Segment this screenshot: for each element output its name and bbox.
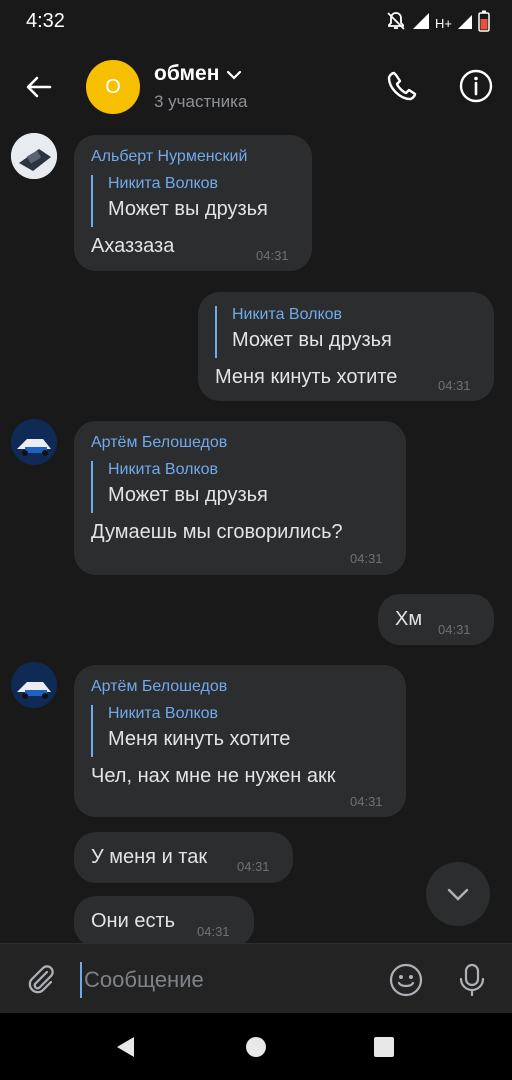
reply-quote[interactable]: Никита Волков Может вы друзья <box>91 461 268 513</box>
message-time: 04:31 <box>197 924 230 939</box>
message-text: Думаешь мы сговорились? <box>91 521 343 543</box>
call-button[interactable] <box>380 64 424 108</box>
status-bar: 4:32 H+ <box>0 0 512 44</box>
sender-avatar[interactable] <box>11 133 57 179</box>
back-arrow-icon <box>26 76 52 98</box>
message-time: 04:31 <box>438 378 471 393</box>
nav-home-button[interactable] <box>240 1031 272 1063</box>
sender-name: Артём Белошедов <box>91 434 228 451</box>
attach-icon <box>28 965 54 994</box>
nav-recents-button[interactable] <box>368 1031 400 1063</box>
voice-button[interactable] <box>452 960 492 1000</box>
sender-avatar[interactable] <box>11 419 57 465</box>
scroll-down-button[interactable] <box>426 862 490 926</box>
chat-title-area[interactable]: обмен 3 участника <box>154 62 247 112</box>
quote-text: Может вы друзья <box>232 329 392 351</box>
emoji-icon <box>389 963 423 997</box>
nav-back-icon <box>117 1037 134 1057</box>
message-text: Хм <box>395 608 423 630</box>
signal-icon-2 <box>456 11 474 36</box>
reply-quote[interactable]: Никита Волков Может вы друзья <box>215 306 392 358</box>
chat-header: О обмен 3 участника <box>0 44 512 130</box>
sender-name: Альберт Нурменский <box>91 148 248 165</box>
reply-quote[interactable]: Никита Волков Меня кинуть хотите <box>91 705 290 757</box>
bell-off-icon <box>385 10 407 37</box>
chat-title: обмен <box>154 62 220 85</box>
sender-avatar[interactable] <box>11 662 57 708</box>
message-bubble[interactable]: Они есть 04:31 <box>74 896 254 947</box>
message-bubble[interactable]: Хм 04:31 <box>378 594 494 645</box>
battery-icon <box>478 10 490 37</box>
chevron-down-icon <box>227 70 242 80</box>
phone-icon <box>387 71 417 101</box>
message-bubble[interactable]: У меня и так 04:31 <box>74 832 293 883</box>
quote-author: Никита Волков <box>108 705 219 722</box>
emoji-button[interactable] <box>386 960 426 1000</box>
attach-button[interactable] <box>20 960 60 1000</box>
message-text: Меня кинуть хотите <box>215 366 398 388</box>
message-composer <box>0 943 512 1014</box>
info-icon <box>459 69 493 103</box>
status-clock: 4:32 <box>26 10 65 32</box>
system-navigation-bar <box>0 1013 512 1080</box>
quote-text: Может вы друзья <box>108 198 268 220</box>
chevron-down-icon <box>447 888 469 901</box>
message-time: 04:31 <box>237 859 270 874</box>
quote-text: Может вы друзья <box>108 484 268 506</box>
message-bubble[interactable]: Никита Волков Может вы друзья Меня кинут… <box>198 292 494 401</box>
network-type: H+ <box>435 16 452 31</box>
message-bubble[interactable]: Артём Белошедов Никита Волков Меня кинут… <box>74 665 406 817</box>
sender-name: Артём Белошедов <box>91 678 228 695</box>
quote-author: Никита Волков <box>108 175 219 192</box>
status-icons: H+ <box>385 10 490 37</box>
nav-recents-icon <box>374 1037 394 1057</box>
reply-quote[interactable]: Никита Волков Может вы друзья <box>91 175 268 227</box>
microphone-icon <box>459 963 485 997</box>
quote-author: Никита Волков <box>232 306 343 323</box>
message-bubble[interactable]: Артём Белошедов Никита Волков Может вы д… <box>74 421 406 575</box>
message-input[interactable] <box>80 962 376 998</box>
message-time: 04:31 <box>256 248 289 263</box>
nav-back-button[interactable] <box>110 1031 142 1063</box>
message-time: 04:31 <box>350 794 383 809</box>
quote-author: Никита Волков <box>108 461 219 478</box>
message-text: Ахаззаза <box>91 235 175 257</box>
chat-participants-count: 3 участника <box>154 92 248 111</box>
back-button[interactable] <box>18 66 60 108</box>
chat-avatar[interactable]: О <box>86 60 140 114</box>
message-time: 04:31 <box>350 551 383 566</box>
info-button[interactable] <box>454 64 498 108</box>
nav-home-icon <box>246 1037 266 1057</box>
message-text: У меня и так <box>91 846 208 868</box>
signal-icon <box>411 11 431 36</box>
message-text: Они есть <box>91 910 176 932</box>
message-time: 04:31 <box>438 622 471 637</box>
quote-text: Меня кинуть хотите <box>108 728 291 750</box>
message-text: Чел, нах мне не нужен акк <box>91 765 336 787</box>
message-bubble[interactable]: Альберт Нурменский Никита Волков Может в… <box>74 135 312 271</box>
